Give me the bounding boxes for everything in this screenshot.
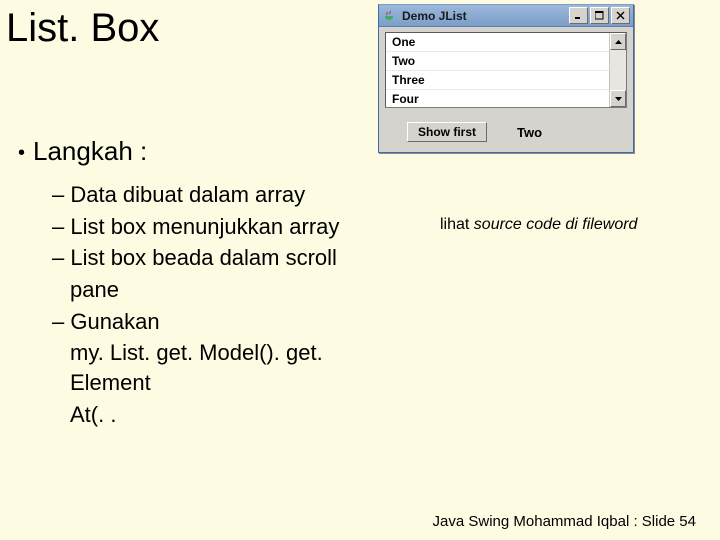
java-coffee-icon bbox=[382, 9, 396, 23]
close-button[interactable] bbox=[611, 7, 630, 24]
scroll-up-button[interactable] bbox=[610, 33, 626, 50]
maximize-button[interactable] bbox=[590, 7, 609, 24]
side-note: lihat source code di fileword bbox=[440, 216, 637, 234]
demo-jlist-window: Demo JList One Two Three Four bbox=[378, 4, 634, 153]
sub-item: – Gunakan bbox=[52, 307, 392, 337]
list-item[interactable]: Four bbox=[386, 90, 609, 107]
maximize-icon bbox=[595, 11, 604, 20]
show-first-button[interactable]: Show first bbox=[407, 122, 487, 142]
slide-title: List. Box bbox=[6, 6, 159, 51]
close-icon bbox=[616, 11, 625, 20]
note-emphasis: source code di fileword bbox=[474, 216, 638, 233]
sub-item-cont: pane bbox=[52, 275, 392, 305]
titlebar[interactable]: Demo JList bbox=[379, 5, 633, 27]
list-item[interactable]: One bbox=[386, 33, 609, 52]
minimize-icon bbox=[574, 11, 583, 20]
chevron-up-icon bbox=[615, 40, 622, 44]
selected-value-label: Two bbox=[517, 125, 542, 140]
bullet-text: Langkah : bbox=[33, 136, 147, 166]
sub-item-cont: my. List. get. Model(). get. Element bbox=[52, 338, 392, 397]
list-item[interactable]: Two bbox=[386, 52, 609, 71]
sub-item: – List box beada dalam scroll bbox=[52, 243, 392, 273]
list-item[interactable]: Three bbox=[386, 71, 609, 90]
chevron-down-icon bbox=[615, 97, 622, 101]
window-client-area: One Two Three Four Show first Two bbox=[379, 27, 633, 152]
bottom-row: Show first Two bbox=[385, 122, 627, 142]
jlist-listbox[interactable]: One Two Three Four bbox=[385, 32, 627, 108]
sub-item-cont: At(. . bbox=[52, 400, 392, 430]
sub-item: – List box menunjukkan array bbox=[52, 212, 392, 242]
bullet-level1: • Langkah : bbox=[18, 136, 147, 167]
vertical-scrollbar[interactable] bbox=[609, 33, 626, 107]
sub-bullets: – Data dibuat dalam array – List box men… bbox=[52, 180, 392, 432]
note-prefix: lihat bbox=[440, 216, 474, 233]
slide-footer: Java Swing Mohammad Iqbal : Slide 54 bbox=[433, 513, 696, 530]
window-title: Demo JList bbox=[402, 9, 567, 23]
bullet-dot: • bbox=[18, 142, 25, 164]
list-items[interactable]: One Two Three Four bbox=[386, 33, 609, 107]
scroll-down-button[interactable] bbox=[610, 90, 626, 107]
minimize-button[interactable] bbox=[569, 7, 588, 24]
scroll-track[interactable] bbox=[610, 50, 626, 90]
sub-item: – Data dibuat dalam array bbox=[52, 180, 392, 210]
